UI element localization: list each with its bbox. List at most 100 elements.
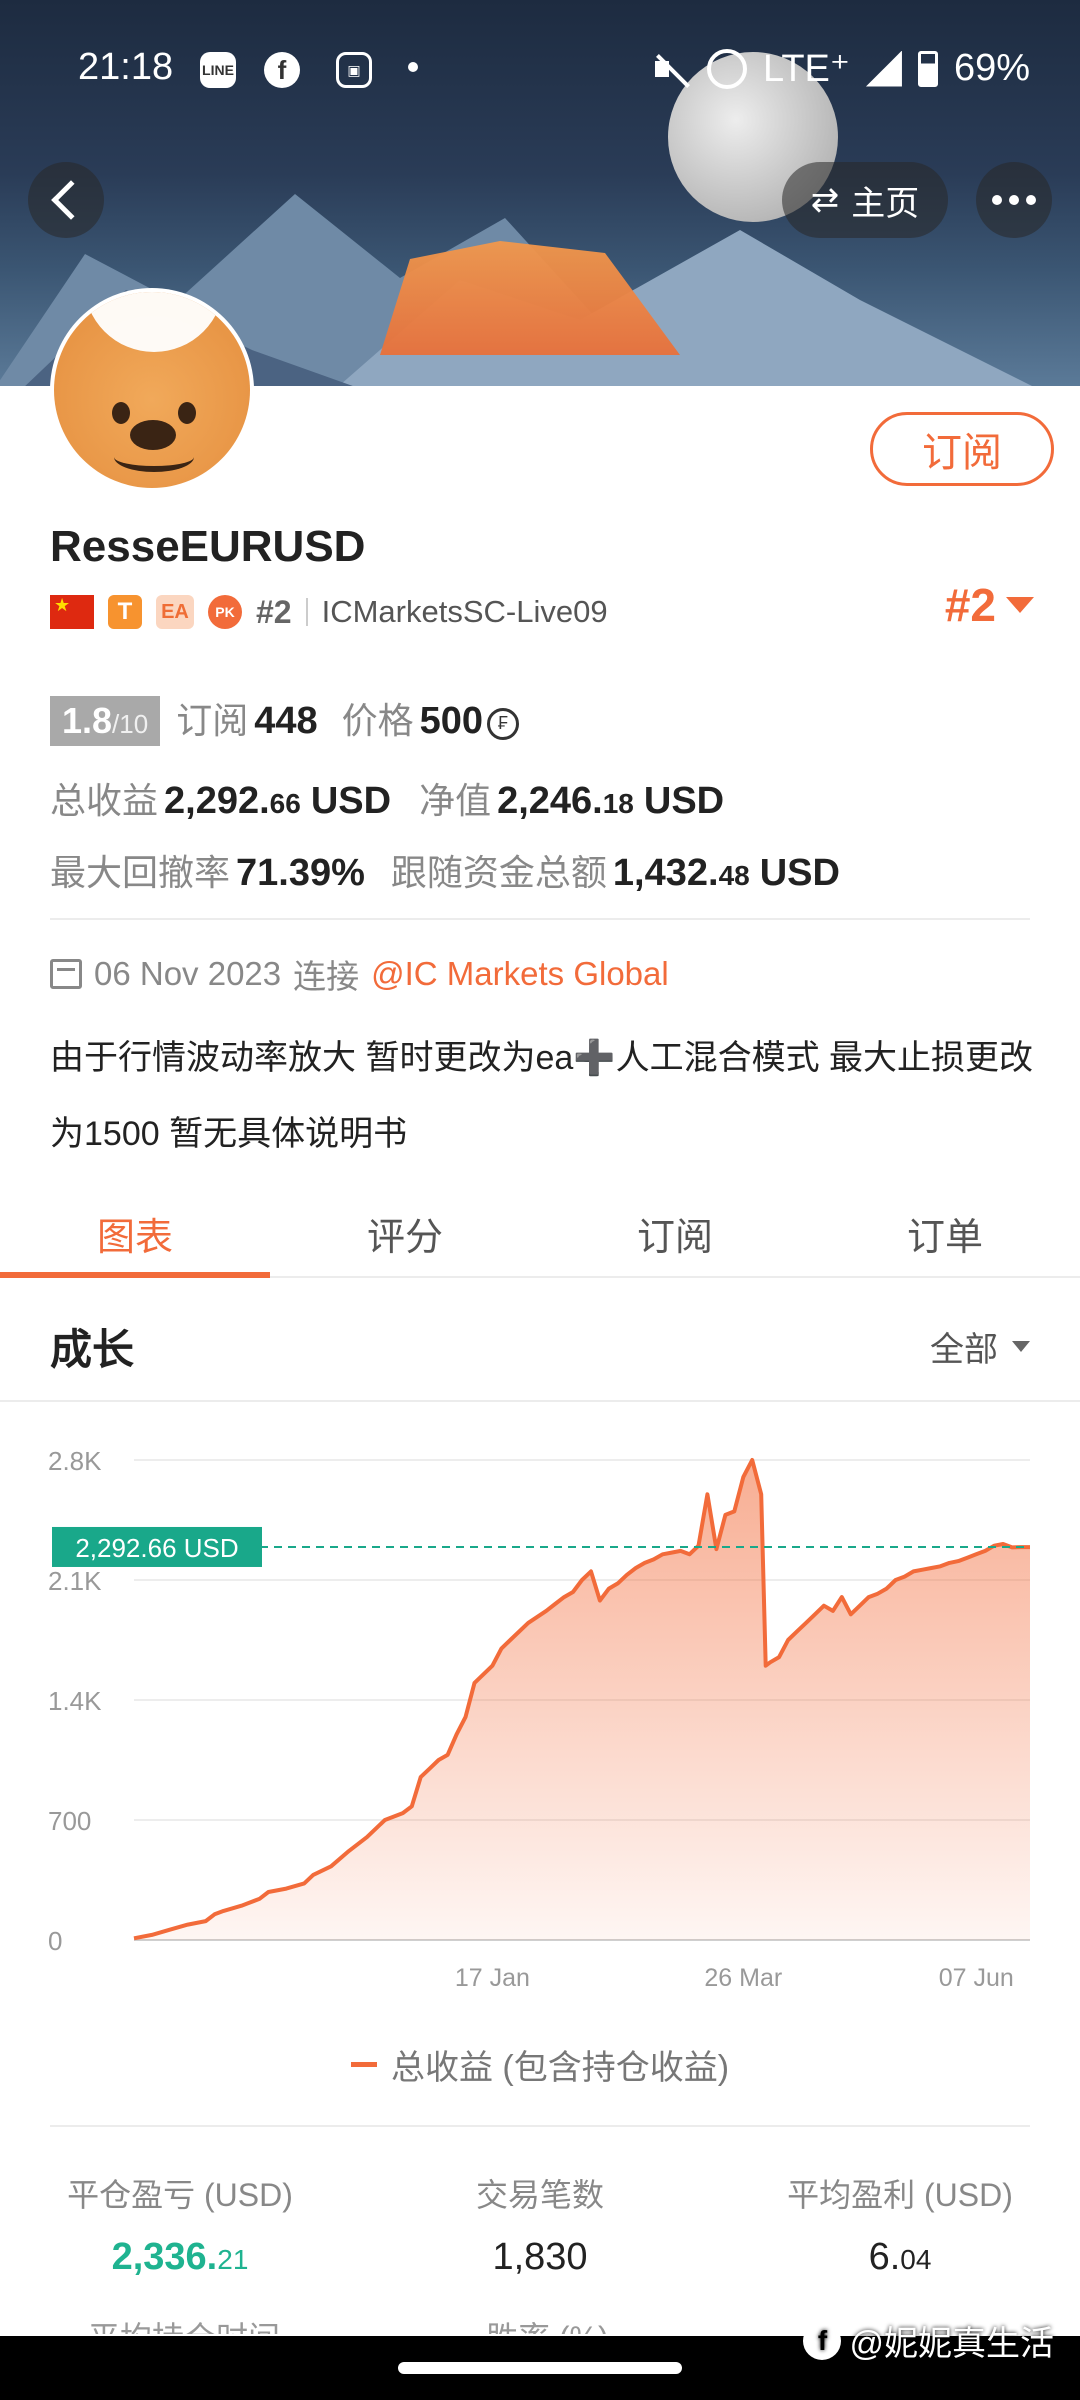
stats-row-3: 最大回撤率 71.39% 跟随资金总额 1,432. 48 USD — [50, 844, 840, 896]
badge-t[interactable]: T — [108, 595, 142, 629]
chart-legend: 总收益 (包含持仓收益) — [0, 2040, 1080, 2089]
connection-info: 06 Nov 2023 连接 @IC Markets Global — [50, 950, 669, 998]
card-icon: ▣ — [336, 52, 372, 88]
tab-bar: 图表 评分 订阅 订单 — [0, 1192, 1080, 1278]
y-tick-label: 2.1K — [48, 1566, 102, 1596]
summary-value: 6.04 — [868, 2236, 932, 2278]
equity-main: 2,246. — [497, 780, 603, 822]
tab-rating[interactable]: 评分 — [270, 1192, 540, 1276]
coin-icon: ₣ — [487, 707, 520, 740]
swap-icon: ⇄ — [810, 181, 840, 219]
summary-label: 平均盈利 (USD) — [787, 2177, 1013, 2213]
legend-line-icon — [350, 2062, 377, 2067]
growth-title: 成长 — [50, 1326, 135, 1373]
tab-chart[interactable]: 图表 — [0, 1192, 270, 1278]
home-button[interactable]: ⇄ 主页 — [782, 162, 948, 238]
y-tick-label: 700 — [48, 1806, 91, 1836]
total-profit-main: 2,292. — [164, 780, 270, 822]
avatar[interactable] — [50, 288, 254, 492]
rating-value: 1.8 — [62, 700, 113, 741]
hotspot-icon — [707, 48, 747, 89]
stats-row-2: 总收益 2,292. 66 USD 净值 2,246. 18 USD — [50, 772, 724, 824]
facebook-icon: f — [803, 2321, 842, 2360]
range-label: 全部 — [930, 1331, 998, 1369]
summary-trade-count: 交易笔数 1,830 — [360, 2170, 720, 2279]
y-tick-label: 0 — [48, 1926, 62, 1956]
home-gesture-bar[interactable] — [398, 2362, 682, 2374]
total-profit-dec: 66 — [269, 788, 301, 819]
pk-rank: #2 — [256, 593, 292, 630]
summary-label: 平仓盈亏 (USD) — [67, 2177, 293, 2213]
tab-orders[interactable]: 订单 — [810, 1192, 1080, 1276]
signal-icon — [865, 50, 902, 87]
mute-icon — [651, 51, 691, 87]
y-tick-label: 1.4K — [48, 1686, 102, 1716]
legend-label: 总收益 (包含持仓收益) — [390, 2049, 730, 2087]
battery-percent: 69% — [953, 47, 1030, 89]
more-options-button[interactable] — [976, 162, 1052, 238]
x-tick-label: 07 Jun — [939, 1964, 1014, 1992]
calendar-icon — [50, 959, 82, 989]
drawdown-label: 最大回撤率 — [50, 852, 231, 893]
follow-unit: USD — [759, 852, 840, 894]
broker-link[interactable]: @IC Markets Global — [371, 955, 669, 993]
watermark-text: @妮妮真生活 — [849, 2325, 1054, 2363]
badge-row: T EA PK #2 ICMarketsSC-Live09 — [50, 590, 608, 634]
subscribe-button[interactable]: 订阅 — [870, 412, 1054, 486]
summary-closed-pnl: 平仓盈亏 (USD) 2,336.21 — [0, 2170, 360, 2279]
total-profit-label: 总收益 — [50, 780, 159, 821]
status-bar: 21:18 LINE f ▣ LTE⁺ 69% — [0, 40, 1080, 96]
trader-name: ResseEURUSD — [50, 522, 366, 571]
caret-down-icon — [1012, 1341, 1030, 1352]
status-time: 21:18 — [78, 46, 174, 88]
tab-subscription[interactable]: 订阅 — [540, 1192, 810, 1276]
home-label: 主页 — [851, 184, 920, 223]
broker-server: ICMarketsSC-Live09 — [321, 594, 608, 629]
badge-ea[interactable]: EA — [156, 595, 194, 629]
follow-dec: 48 — [718, 860, 750, 891]
cut-label-holding-time: 平均持仓时间 — [88, 2318, 280, 2334]
divider — [305, 598, 308, 626]
facebook-icon: f — [264, 52, 300, 88]
china-flag-icon — [50, 595, 94, 629]
summary-value: 2,336.21 — [111, 2236, 249, 2278]
range-dropdown[interactable]: 全部 — [930, 1322, 1030, 1371]
battery-icon — [917, 50, 938, 87]
back-button[interactable] — [28, 162, 104, 238]
x-tick-label: 26 Mar — [704, 1964, 782, 1992]
network-type: LTE⁺ — [763, 48, 850, 90]
equity-unit: USD — [643, 780, 725, 822]
stats-row-1: 1.8/10 订阅 448 价格 500 ₣ — [50, 692, 520, 746]
summary-avg-profit: 平均盈利 (USD) 6.04 — [720, 2170, 1080, 2279]
follow-main: 1,432. — [612, 852, 719, 894]
badge-pk[interactable]: PK — [208, 595, 242, 629]
growth-chart[interactable]: 2.8K 2.1K 1.4K 700 0 17 Jan 26 Mar 07 Jun 2,292.… — [0, 1420, 1080, 2020]
rank-value: #2 — [944, 579, 996, 631]
summary-label: 交易笔数 — [475, 2177, 604, 2213]
more-notifications-icon — [408, 62, 418, 72]
rank-dropdown[interactable]: #2 — [945, 578, 1034, 632]
sunlit-peak — [380, 241, 680, 355]
y-tick-label: 2.8K — [48, 1446, 102, 1476]
equity-label: 净值 — [419, 780, 492, 821]
price-value: 500 — [419, 700, 484, 742]
drawdown-value: 71.39% — [236, 852, 365, 894]
x-tick-label: 17 Jan — [455, 1964, 530, 1992]
strategy-description: 由于行情波动率放大 暂时更改为ea➕人工混合模式 最大止损更改为1500 暂无具… — [50, 1039, 1034, 1153]
line-icon: LINE — [200, 52, 236, 88]
rating-badge: 1.8/10 — [50, 696, 161, 746]
summary-stats: 平仓盈亏 (USD) 2,336.21 交易笔数 1,830 平均盈利 (USD… — [0, 2170, 1080, 2279]
connect-date: 06 Nov 2023 — [94, 955, 282, 992]
subs-value: 448 — [254, 700, 318, 742]
caret-down-icon — [1006, 597, 1034, 613]
follow-label: 跟随资金总额 — [390, 852, 607, 893]
connect-label: 连接 — [293, 958, 360, 995]
equity-dec: 18 — [602, 788, 634, 819]
divider — [0, 1400, 1080, 1402]
current-value-label: 2,292.66 USD — [75, 1533, 238, 1563]
rating-max: /10 — [112, 709, 149, 739]
cut-label-win-rate: 胜率 (%) — [486, 2318, 609, 2334]
watermark: f @妮妮真生活 — [803, 2316, 1054, 2365]
divider — [50, 918, 1030, 920]
profile-screen: { "status_bar": { "time": "21:18", "netw… — [0, 0, 1080, 2400]
